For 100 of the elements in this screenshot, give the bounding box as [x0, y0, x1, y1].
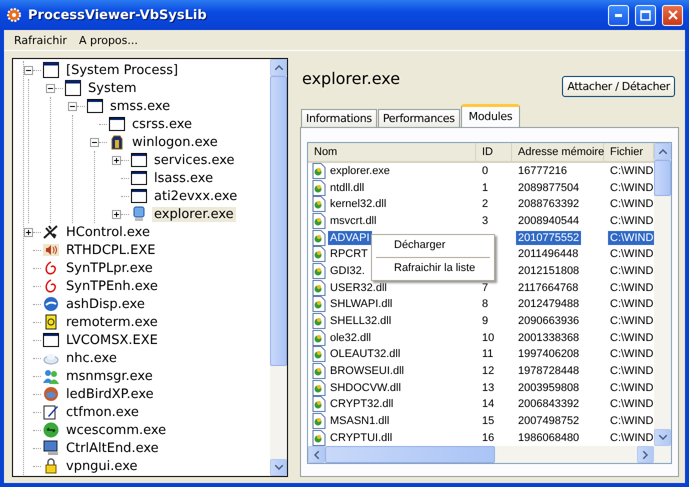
table-cell-text: 3: [481, 214, 490, 228]
maximize-button[interactable]: [635, 4, 656, 26]
scroll-up-button[interactable]: [654, 143, 671, 160]
tree-item[interactable]: explorer.exe: [152, 206, 236, 222]
table-cell-text: 0: [481, 164, 490, 178]
scroll-left-button[interactable]: [308, 446, 325, 463]
file-icon: [312, 346, 326, 362]
table-cell[interactable]: USER32.dll: [328, 280, 389, 295]
collapse-icon[interactable]: [46, 84, 55, 92]
table-cell[interactable]: ADVAPI: [328, 230, 372, 245]
tree-item[interactable]: ashDisp.exe: [64, 296, 147, 312]
menu-item[interactable]: Rafraichir la liste: [374, 260, 492, 278]
scrollbar[interactable]: [270, 59, 287, 476]
file-icon: [312, 296, 326, 312]
lock-icon: [43, 458, 59, 474]
table-cell[interactable]: RPCRT: [328, 247, 370, 262]
table-cell-text: 2001338368: [517, 330, 580, 345]
tree-item[interactable]: [System Process]: [64, 62, 180, 78]
collapse-icon[interactable]: [24, 66, 33, 74]
scroll-up-button[interactable]: [270, 59, 287, 76]
tree-item[interactable]: SynTPEnh.exe: [64, 278, 160, 294]
arrow-down-icon: [274, 465, 282, 470]
tree-item[interactable]: csrss.exe: [130, 116, 194, 132]
tree-item[interactable]: winlogon.exe: [130, 134, 220, 150]
scrollbar[interactable]: [654, 143, 671, 446]
table-cell[interactable]: msvcrt.dll: [328, 214, 378, 228]
table-cell-text: 12: [481, 364, 496, 378]
tree-item[interactable]: vpngui.exe: [64, 458, 140, 474]
menu-item[interactable]: Décharger: [374, 237, 492, 255]
scroll-thumb[interactable]: [270, 76, 287, 366]
column-header[interactable]: Nom: [308, 143, 476, 161]
table-cell-text: 15: [481, 414, 496, 428]
column-header[interactable]: Adresse mémoire: [512, 143, 604, 161]
menu-item[interactable]: Rafraichir: [8, 34, 73, 46]
table-cell[interactable]: SHELL32.dll: [328, 314, 394, 328]
tree-item[interactable]: System: [86, 80, 138, 96]
table-cell-text: C:\WIND: [609, 380, 654, 395]
table-cell[interactable]: OLEAUT32.dll: [328, 347, 402, 362]
column-header[interactable]: ID: [476, 143, 512, 161]
close-icon: [668, 10, 678, 20]
table-cell-text: 16777216: [517, 164, 568, 178]
table-cell[interactable]: CRYPT32.dll: [328, 397, 396, 412]
collapse-icon[interactable]: [68, 102, 77, 110]
tree-item[interactable]: msnmsgr.exe: [64, 368, 155, 384]
file-icon: [312, 380, 326, 396]
table-cell[interactable]: BROWSEUI.dll: [328, 364, 406, 378]
tree-item[interactable]: SynTPLpr.exe: [64, 260, 155, 276]
tab[interactable]: Informations: [301, 109, 377, 127]
tree-item[interactable]: lsass.exe: [152, 170, 216, 186]
tree-item[interactable]: nhc.exe: [64, 350, 119, 366]
table-cell-text: 2: [481, 197, 490, 212]
minimize-button[interactable]: [608, 4, 629, 26]
scroll-right-button[interactable]: [637, 446, 654, 463]
tree-item[interactable]: ctfmon.exe: [64, 404, 141, 420]
tab[interactable]: Modules: [460, 104, 520, 127]
table-cell[interactable]: SHLWAPI.dll: [328, 297, 394, 312]
tree-item[interactable]: remoterm.exe: [64, 314, 160, 330]
collapse-icon[interactable]: [90, 138, 99, 146]
table-cell-text: C:\WIND: [609, 280, 654, 295]
tree-item[interactable]: LVCOMSX.EXE: [64, 332, 160, 348]
table-cell-text: 2012479488: [517, 297, 580, 312]
window-icon: [131, 188, 147, 204]
tree-item[interactable]: ledBirdXP.exe: [64, 386, 156, 402]
sync-icon: [43, 422, 59, 438]
scroll-thumb[interactable]: [654, 160, 671, 196]
table-cell-text: C:\WIND: [609, 180, 654, 195]
scroll-thumb[interactable]: [325, 446, 495, 463]
window-title: ProcessViewer-VbSysLib: [28, 8, 208, 22]
table-cell[interactable]: MSASN1.dll: [328, 414, 392, 428]
tab[interactable]: Performances: [378, 109, 460, 127]
expand-icon[interactable]: [24, 228, 33, 236]
table-cell[interactable]: ntdll.dll: [328, 180, 366, 195]
menu-item[interactable]: A propos...: [72, 34, 144, 46]
table-cell[interactable]: GDI32.: [328, 264, 367, 278]
computer-icon: [131, 206, 147, 222]
table-cell-text: 2003959808: [517, 380, 580, 395]
table-cell[interactable]: explorer.exe: [328, 164, 392, 178]
table-cell[interactable]: CRYPTUI.dll: [328, 430, 394, 445]
tree-item[interactable]: services.exe: [152, 152, 237, 168]
attach-button[interactable]: Attacher / Détacher: [562, 76, 675, 97]
table-cell-text: 2088763392: [517, 197, 580, 212]
tree-item[interactable]: HControl.exe: [64, 224, 152, 240]
tree-item[interactable]: RTHDCPL.EXE: [64, 242, 158, 258]
close-button[interactable]: [662, 4, 683, 26]
tree-item[interactable]: CtrlAltEnd.exe: [64, 440, 161, 456]
table-cell-text: 1997406208: [517, 347, 580, 362]
tree-item[interactable]: smss.exe: [108, 98, 172, 114]
table-cell[interactable]: kernel32.dll: [328, 197, 388, 212]
scroll-down-button[interactable]: [654, 429, 671, 446]
arrow-up-icon: [658, 149, 666, 154]
horizontal-scrollbar[interactable]: [308, 446, 671, 463]
tree-item[interactable]: ati2evxx.exe: [152, 188, 240, 204]
scroll-down-button[interactable]: [270, 459, 287, 476]
file-icon: [312, 280, 326, 296]
file-icon: [312, 396, 326, 412]
table-cell[interactable]: ole32.dll: [328, 330, 373, 345]
table-cell[interactable]: SHDOCVW.dll: [328, 380, 403, 395]
expand-icon[interactable]: [112, 210, 121, 218]
expand-icon[interactable]: [112, 156, 121, 164]
tree-item[interactable]: wcescomm.exe: [64, 422, 168, 438]
